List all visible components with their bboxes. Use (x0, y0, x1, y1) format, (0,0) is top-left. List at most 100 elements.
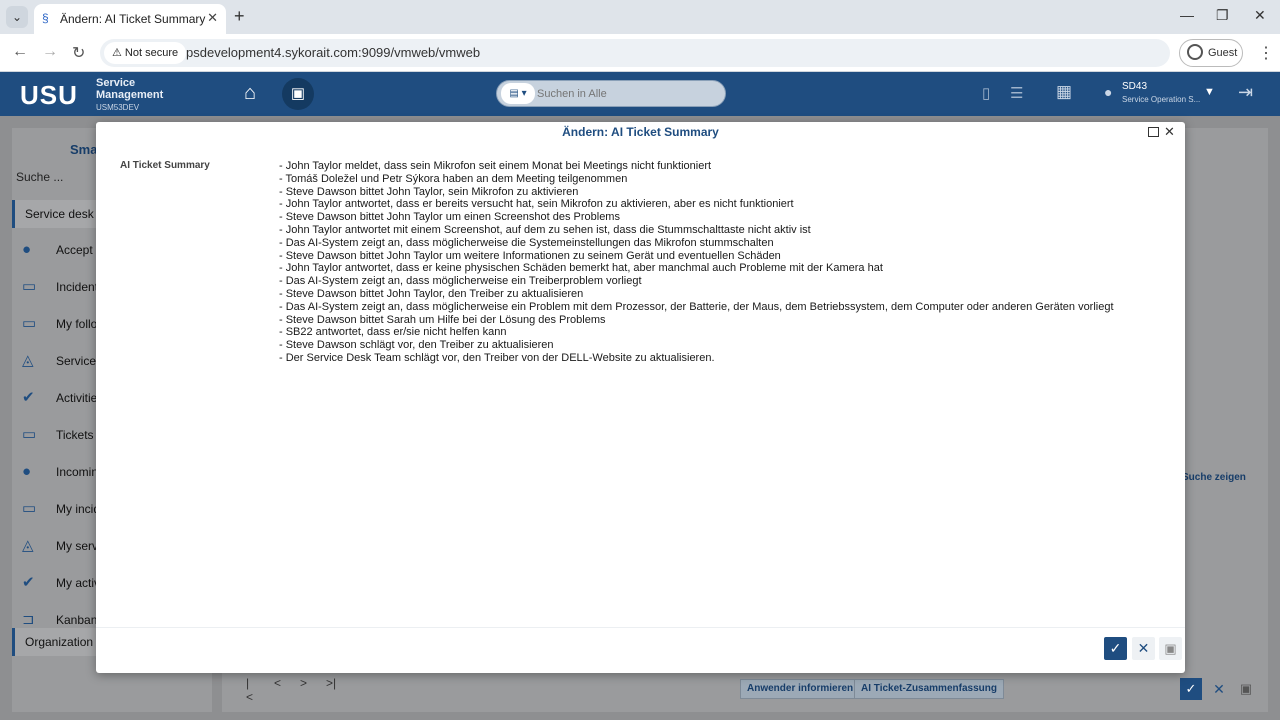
window-close-button[interactable]: ✕ (1254, 7, 1266, 24)
check-icon: ✔ (22, 574, 35, 591)
profile-icon (1187, 44, 1203, 60)
logout-icon[interactable]: ⇥ (1238, 82, 1253, 103)
minimize-button[interactable]: — (1180, 7, 1194, 23)
reload-button[interactable]: ↻ (72, 43, 85, 63)
bg-save-icon[interactable]: ▣ (1235, 678, 1257, 700)
summary-line: - Das AI-System zeigt an, dass möglicher… (279, 275, 642, 288)
user-menu[interactable]: ● SD43 Service Operation S... ▼ (1104, 80, 1216, 110)
restore-button[interactable]: ❐ (1216, 7, 1229, 24)
bookmark-icon[interactable]: ▯ (982, 84, 990, 102)
bg-cancel-button[interactable]: ✕ (1208, 678, 1230, 700)
search-scope-select[interactable]: ▤ ▾ (501, 83, 535, 104)
sidebar-item-label: Incomin (56, 465, 99, 479)
dialog-divider (96, 627, 1185, 628)
kanban-icon: ⊐ (22, 611, 35, 628)
maximize-icon[interactable] (1148, 127, 1159, 137)
confirm-button[interactable]: ✓ (1104, 637, 1127, 660)
summary-line: - Der Service Desk Team schlägt vor, den… (279, 351, 715, 364)
summary-line: - Steve Dawson bittet John Taylor, sein … (279, 185, 579, 198)
tab-search-button[interactable]: ⌄ (6, 6, 28, 28)
news-icon[interactable]: ▦ (1056, 82, 1072, 102)
profile-label: Guest (1208, 47, 1238, 59)
dialog-title: Ändern: AI Ticket Summary (562, 125, 719, 139)
service-icon: ◬ (22, 537, 34, 554)
tab-close-icon[interactable]: ✕ (207, 10, 218, 26)
sidebar-item-label: My activ (56, 576, 101, 590)
users-icon: ● (22, 241, 32, 258)
not-secure-badge[interactable]: ⚠ Not secure (104, 42, 187, 64)
global-search: ▤ ▾ (496, 80, 726, 107)
sidebar-item-label: Service (56, 354, 97, 368)
sidebar-item-label: Accept (56, 243, 93, 257)
address-bar[interactable]: ⚠ Not secure psdevelopment4.sykorait.com… (100, 39, 1170, 67)
favicon-icon: § (42, 11, 49, 25)
chevron-down-icon: ▼ (1204, 86, 1215, 98)
home-icon[interactable]: ⌂ (244, 82, 256, 105)
summary-line: - Steve Dawson bittet John Taylor um wei… (279, 249, 781, 262)
bg-confirm-button[interactable]: ✓ (1180, 678, 1202, 700)
summary-line: - SB22 antwortet, dass er/sie nicht helf… (279, 326, 507, 339)
list-icon[interactable]: ☰ (1010, 84, 1023, 102)
app-header: USU Service Management USM53DEV ⌂ ▣ ▤ ▾ … (0, 72, 1280, 116)
summary-line: - John Taylor meldet, dass sein Mikrofon… (279, 160, 712, 172)
last-page-icon[interactable]: >| (326, 676, 336, 690)
product-line2: Management (96, 89, 164, 101)
summary-line: - John Taylor antwortet, dass er keine p… (279, 262, 883, 275)
summary-line: - John Taylor antwortet mit einem Screen… (279, 223, 811, 236)
search-input[interactable] (537, 84, 717, 104)
summary-line: - Steve Dawson bittet John Taylor um ein… (279, 211, 620, 224)
browser-tab[interactable]: § Ändern: AI Ticket Summary ✕ (34, 4, 226, 34)
ticket-icon: ▭ (22, 315, 37, 332)
inform-user-button[interactable]: Anwender informieren (740, 679, 861, 699)
summary-line: - John Taylor antwortet, dass er bereits… (279, 198, 794, 211)
service-icon: ◬ (22, 352, 34, 369)
sidebar-item-label: Kanban (56, 613, 98, 627)
user-icon: ● (1104, 84, 1113, 100)
url-text: psdevelopment4.sykorait.com:9099/vmweb/v… (186, 45, 481, 60)
monitor-icon[interactable]: ▣ (282, 78, 314, 110)
sidebar-search[interactable]: Suche ... (16, 170, 63, 184)
ai-summary-button[interactable]: AI Ticket-Zusammenfassung (854, 679, 1004, 699)
summary-text: - John Taylor meldet, dass sein Mikrofon… (279, 160, 1159, 365)
summary-field-label: AI Ticket Summary (120, 160, 210, 171)
show-search-link[interactable]: Suche zeigen (1182, 472, 1246, 483)
summary-line: - Steve Dawson schlägt vor, den Treiber … (279, 339, 554, 352)
sidebar-item-label: My serv (56, 539, 98, 553)
browser-tabbar: ⌄ § Ändern: AI Ticket Summary ✕ + — ❐ ✕ (0, 0, 1280, 34)
ticket-icon: ▭ (22, 426, 37, 443)
prev-page-icon[interactable]: < (274, 676, 281, 690)
browser-menu-icon[interactable]: ⋮ (1258, 43, 1274, 63)
summary-line: - Steve Dawson bittet John Taylor, den T… (279, 287, 584, 300)
first-page-icon[interactable]: |< (246, 676, 253, 704)
user-role: Service Operation S... (1122, 95, 1201, 104)
sidebar-item-label: Incident (56, 280, 99, 294)
tab-title: Ändern: AI Ticket Summary (60, 12, 206, 26)
users-icon: ● (22, 463, 32, 480)
summary-line: - Das AI-System zeigt an, dass möglicher… (279, 300, 1114, 313)
summary-line: - Tomáš Doležel und Petr Sýkora haben an… (279, 172, 628, 185)
dialog-close-icon[interactable]: ✕ (1164, 124, 1175, 140)
sidebar-title: Sma (70, 142, 98, 157)
edit-dialog: Ändern: AI Ticket Summary ✕ AI Ticket Su… (96, 122, 1185, 673)
app-logo: USU (20, 80, 78, 110)
sidebar-item-label: My incid (56, 502, 101, 516)
forward-button[interactable]: → (42, 43, 58, 61)
sidebar-item-label: My follo (56, 317, 98, 331)
back-button[interactable]: ← (12, 43, 28, 61)
sidebar-item-label: Activitie (56, 391, 98, 405)
user-name: SD43 (1122, 81, 1148, 92)
summary-line: - Steve Dawson bittet Sarah um Hilfe bei… (279, 313, 606, 326)
save-icon[interactable]: ▣ (1159, 637, 1182, 660)
check-icon: ✔ (22, 389, 35, 406)
product-name: Service Management (96, 77, 163, 101)
summary-line: - Das AI-System zeigt an, dass möglicher… (279, 236, 774, 249)
environment-label: USM53DEV (96, 103, 140, 112)
new-tab-button[interactable]: + (234, 6, 245, 27)
ticket-icon: ▭ (22, 500, 37, 517)
browser-toolbar: ← → ↻ ⚠ Not secure psdevelopment4.sykora… (0, 34, 1280, 72)
next-page-icon[interactable]: > (300, 676, 307, 690)
ticket-icon: ▭ (22, 278, 37, 295)
profile-button[interactable]: Guest (1179, 39, 1243, 67)
cancel-button[interactable]: ✕ (1132, 637, 1155, 660)
product-line1: Service (96, 77, 136, 89)
